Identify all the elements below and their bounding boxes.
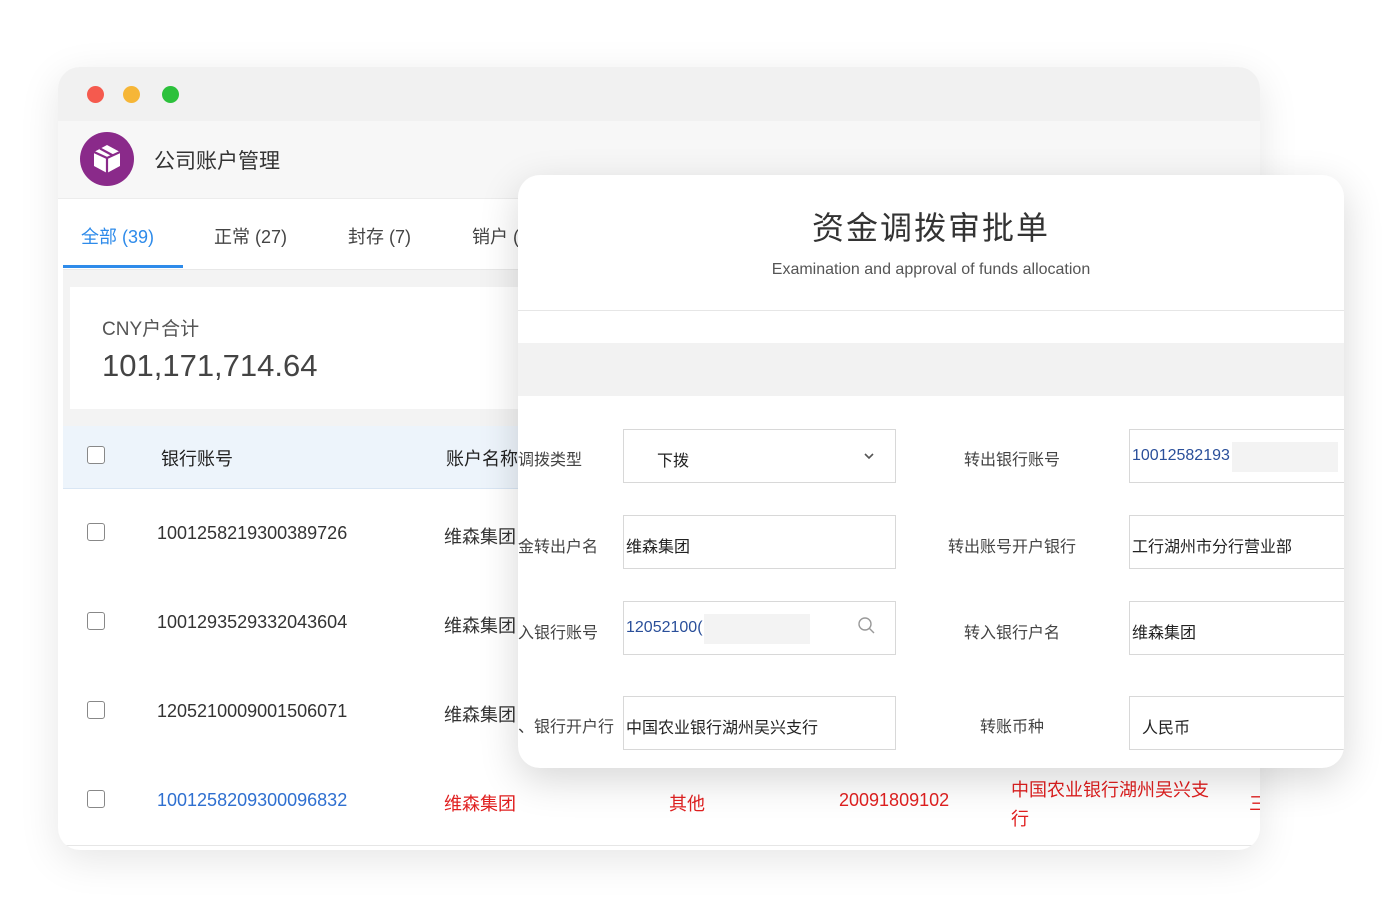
- transfer-type-value: 下拨: [657, 453, 690, 470]
- currency-value: 人民币: [1142, 720, 1191, 737]
- transfer-type-label: 调拨类型: [518, 452, 583, 469]
- account-number-link[interactable]: 1001258209300096832: [157, 790, 347, 811]
- account-name: 维森集团: [444, 527, 516, 547]
- in-account-value: 12052100(: [626, 619, 703, 636]
- tab-all[interactable]: 全部 (39): [81, 223, 154, 249]
- out-name-label: 金转出户名: [518, 539, 599, 556]
- currency-input[interactable]: 人民币: [1129, 696, 1344, 750]
- redaction-mask: [704, 614, 810, 644]
- cny-summary-card: CNY户合计 101,171,714.64: [70, 287, 590, 409]
- close-window-button[interactable]: [87, 86, 104, 103]
- in-account-input[interactable]: 12052100(: [623, 601, 896, 655]
- bank-name-line1: 中国农业银行湖州吴兴支: [1011, 780, 1209, 800]
- out-account-value: 10012582193: [1132, 447, 1230, 464]
- row-checkbox[interactable]: [87, 612, 105, 630]
- header-account-name: 账户名称: [446, 449, 518, 469]
- funds-approval-dialog: 资金调拨审批单 Examination and approval of fund…: [518, 175, 1344, 768]
- in-name-input[interactable]: 维森集团: [1129, 601, 1344, 655]
- account-type: 其他: [669, 794, 705, 814]
- out-account-input[interactable]: 10012582193: [1129, 429, 1344, 483]
- account-code: 20091809102: [839, 790, 950, 810]
- row-extra: 三: [1249, 794, 1260, 814]
- account-number: 1001258219300389726: [157, 523, 348, 543]
- account-name: 维森集团: [444, 705, 516, 725]
- in-name-label: 转入银行户名: [964, 625, 1061, 642]
- summary-value: 101,171,714.64: [102, 348, 318, 383]
- in-account-label: 入银行账号: [518, 625, 599, 642]
- out-bank-label: 转出账号开户银行: [948, 539, 1077, 556]
- dialog-band: [518, 343, 1344, 396]
- tab-closed[interactable]: 销户 (: [472, 223, 519, 249]
- search-icon[interactable]: [857, 616, 877, 636]
- in-name-value: 维森集团: [1132, 625, 1197, 642]
- tab-sealed[interactable]: 封存 (7): [348, 223, 411, 249]
- in-bank-value: 中国农业银行湖州吴兴支行: [626, 720, 819, 737]
- table-row[interactable]: 1001258209300096832 维森集团 其他 20091809102 …: [63, 756, 1260, 846]
- dialog-title: 资金调拨审批单: [811, 210, 1050, 246]
- row-checkbox[interactable]: [87, 523, 105, 541]
- currency-label: 转账币种: [980, 719, 1045, 736]
- dialog-divider: [518, 310, 1344, 311]
- account-number: 1205210009001506071: [157, 701, 348, 721]
- window-titlebar: [58, 67, 1260, 121]
- cube-icon: [93, 145, 121, 173]
- select-all-checkbox[interactable]: [87, 446, 105, 464]
- bank-name-line2: 行: [1011, 809, 1029, 829]
- header-account: 银行账号: [161, 449, 233, 469]
- transfer-type-select[interactable]: 下拨: [623, 429, 896, 483]
- account-name: 维森集团: [444, 616, 516, 636]
- row-checkbox[interactable]: [87, 790, 105, 808]
- row-checkbox[interactable]: [87, 701, 105, 719]
- account-number: 1001293529332043604: [157, 612, 348, 632]
- redaction-mask: [1232, 442, 1338, 472]
- chevron-down-icon: [864, 453, 874, 460]
- app-title: 公司账户管理: [154, 150, 280, 173]
- out-account-label: 转出银行账号: [964, 452, 1061, 469]
- in-bank-input[interactable]: 中国农业银行湖州吴兴支行: [623, 696, 896, 750]
- maximize-window-button[interactable]: [162, 86, 179, 103]
- dialog-subtitle: Examination and approval of funds alloca…: [771, 261, 1091, 278]
- app-logo: [80, 132, 134, 186]
- minimize-window-button[interactable]: [123, 86, 140, 103]
- out-bank-value: 工行湖州市分行营业部: [1132, 539, 1293, 556]
- out-name-input[interactable]: 维森集团: [623, 515, 896, 569]
- in-bank-label: 、银行开户行: [518, 719, 615, 736]
- summary-label: CNY户合计: [102, 319, 200, 340]
- tab-normal[interactable]: 正常 (27): [214, 223, 287, 249]
- account-name: 维森集团: [444, 794, 516, 814]
- out-bank-input[interactable]: 工行湖州市分行营业部: [1129, 515, 1344, 569]
- active-tab-indicator: [63, 265, 183, 268]
- out-name-value: 维森集团: [626, 539, 691, 556]
